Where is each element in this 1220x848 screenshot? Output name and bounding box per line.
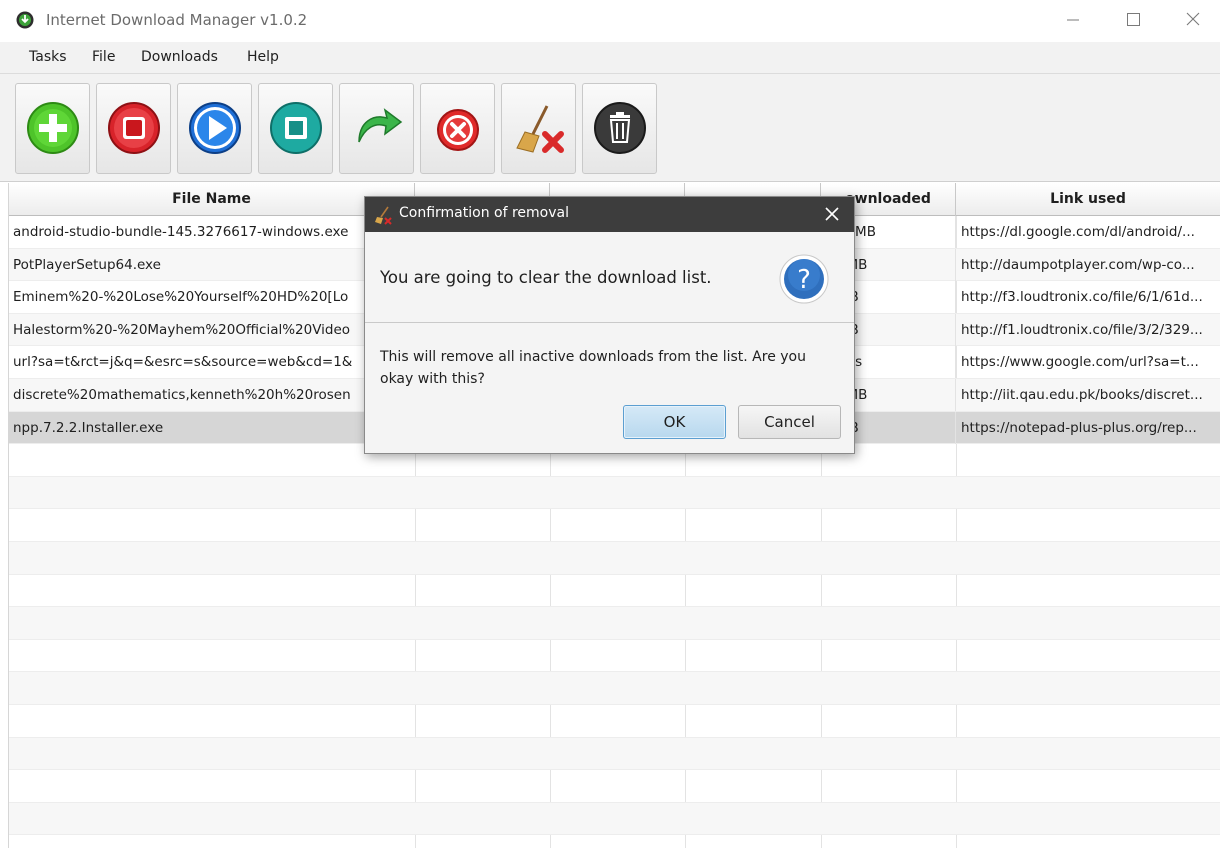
file-name-cell: PotPlayerSetup64.exe — [9, 248, 415, 281]
empty-row — [9, 672, 1220, 705]
maximize-icon — [1127, 13, 1140, 26]
link-cell: https://notepad-plus-plus.org/rep... — [956, 412, 1220, 444]
ok-button[interactable]: OK — [623, 405, 726, 439]
file-name-cell: Eminem%20-%20Lose%20Yourself%20HD%20[Lo — [9, 281, 415, 314]
close-icon — [1186, 12, 1200, 26]
app-logo-icon — [16, 11, 34, 29]
link-cell: http://iit.qau.edu.pk/books/discret... — [956, 379, 1220, 411]
empty-row — [9, 737, 1220, 771]
empty-row — [9, 705, 1220, 738]
link-cell: http://f1.loudtronix.co/file/3/2/329... — [956, 314, 1220, 346]
broom-x-icon — [516, 105, 564, 153]
menu-tasks[interactable]: Tasks — [29, 49, 67, 65]
plus-icon — [27, 102, 79, 154]
question-icon: ? — [779, 254, 829, 304]
empty-row — [9, 476, 1220, 510]
link-cell: https://www.google.com/url?sa=t... — [956, 346, 1220, 378]
pause-download-button[interactable] — [258, 83, 333, 174]
file-name-cell: discrete%20mathematics,kenneth%20h%20ros… — [9, 379, 415, 411]
clear-list-button[interactable] — [501, 83, 576, 174]
dialog-header: You are going to clear the download list… — [365, 232, 854, 323]
trash-button[interactable] — [582, 83, 657, 174]
stop-icon — [108, 102, 160, 154]
maximize-button[interactable] — [1103, 0, 1163, 40]
menu-bar: Tasks File Downloads Help — [0, 42, 1220, 74]
menu-downloads[interactable]: Downloads — [141, 49, 218, 65]
broom-icon — [375, 206, 392, 225]
play-icon — [189, 102, 241, 154]
empty-row — [9, 542, 1220, 575]
file-name-cell: url?sa=t&rct=j&q=&esrc=s&source=web&cd=1… — [9, 346, 415, 379]
file-name-cell: Halestorm%20-%20Mayhem%20Official%20Vide… — [9, 313, 415, 346]
stop-download-button[interactable] — [96, 83, 171, 174]
title-bar: Internet Download Manager v1.0.2 — [0, 0, 1220, 42]
dialog-header-text: You are going to clear the download list… — [380, 268, 712, 287]
column-link-used[interactable]: Link used — [956, 183, 1220, 216]
column-file-name[interactable]: File Name — [9, 183, 415, 216]
link-cell: https://dl.google.com/dl/android/... — [956, 216, 1220, 248]
empty-row — [9, 575, 1220, 608]
minimize-button[interactable] — [1043, 0, 1103, 40]
empty-row — [9, 640, 1220, 673]
dialog-message: This will remove all inactive downloads … — [380, 349, 806, 387]
close-icon[interactable] — [823, 205, 841, 223]
file-name-cell: android-studio-bundle-145.3276617-window… — [9, 216, 415, 248]
square-stop-icon — [270, 102, 322, 154]
file-name-cell: npp.7.2.2.Installer.exe — [9, 411, 415, 444]
empty-row — [9, 607, 1220, 640]
link-cell: http://f3.loudtronix.co/file/6/1/61d... — [956, 281, 1220, 313]
menu-file[interactable]: File — [92, 49, 115, 65]
question-mark: ? — [797, 265, 811, 295]
x-circle-icon — [437, 109, 479, 151]
empty-row — [9, 509, 1220, 542]
delete-download-button[interactable] — [420, 83, 495, 174]
confirmation-dialog: Confirmation of removal You are going to… — [364, 196, 855, 454]
close-window-button[interactable] — [1163, 0, 1220, 40]
link-cell: http://daumpotplayer.com/wp-co... — [956, 249, 1220, 281]
toolbar — [0, 74, 1220, 182]
minimize-icon — [1067, 19, 1079, 21]
dialog-title-bar: Confirmation of removal — [365, 197, 854, 232]
restart-download-button[interactable] — [339, 83, 414, 174]
cancel-button[interactable]: Cancel — [738, 405, 841, 439]
empty-row — [9, 802, 1220, 836]
resume-download-button[interactable] — [177, 83, 252, 174]
window-title: Internet Download Manager v1.0.2 — [46, 11, 308, 29]
menu-help[interactable]: Help — [247, 49, 279, 65]
dialog-title: Confirmation of removal — [399, 205, 569, 221]
empty-row — [9, 770, 1220, 803]
redo-arrow-icon — [358, 108, 403, 143]
add-download-button[interactable] — [15, 83, 90, 174]
trash-icon — [594, 102, 646, 154]
